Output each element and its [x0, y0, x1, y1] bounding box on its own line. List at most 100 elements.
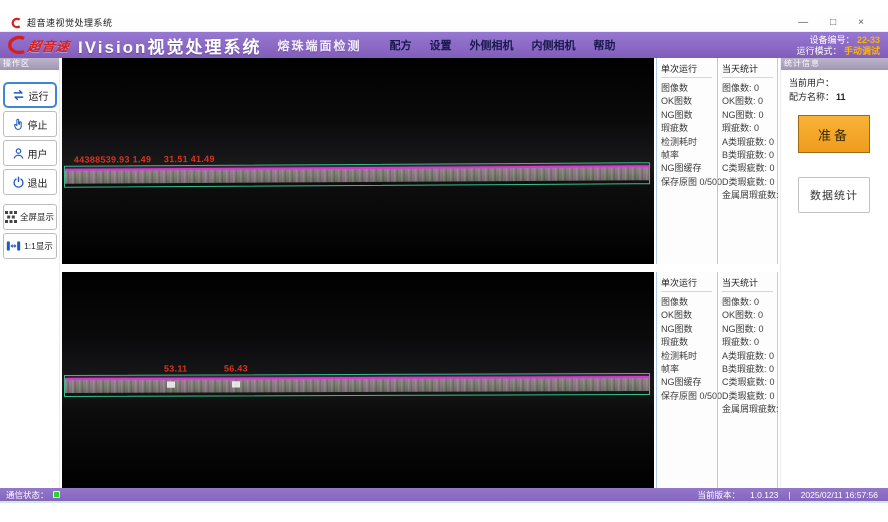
comm-status-label: 通信状态：	[6, 489, 49, 501]
stat-row: C类瑕疵数: 0	[722, 162, 778, 175]
stat-row: 检测耗时	[661, 350, 717, 363]
brand-logo: 超音速	[4, 35, 70, 55]
stat-row: 图像数: 0	[722, 296, 778, 309]
detection-overlay: 53.11 56.43	[64, 373, 650, 397]
device-info: 设备编号： 22-33 运行模式： 手动调试	[796, 34, 880, 57]
measurement-annotation: 53.11	[164, 364, 188, 374]
statistics-info-panel: 统计信息 当前用户： 配方名称：11 准备 数据统计	[780, 58, 888, 488]
status-separator: |	[788, 490, 790, 500]
device-number-label: 设备编号：	[809, 35, 854, 45]
one-to-one-icon	[6, 240, 21, 252]
stat-row: 帧率	[661, 149, 717, 162]
stat-row: 瑕疵数: 0	[722, 336, 778, 349]
stat-row: 金属屑瑕疵数: 0	[722, 189, 778, 202]
statistics-info-body: 当前用户： 配方名称：11	[781, 70, 888, 104]
fullscreen-button-label: 全屏显示	[20, 211, 54, 223]
operation-sidebar: 操作区 运行 停止 用户	[0, 58, 60, 488]
stat-row: 帧率	[661, 363, 717, 376]
app-logo-icon	[10, 17, 22, 29]
menu-item-help[interactable]: 帮助	[593, 37, 615, 53]
app-window: 超音速视觉处理系统 — □ × 超音速 IVision视觉处理系统 熔珠端面检测…	[0, 0, 888, 522]
stat-row: B类瑕疵数: 0	[722, 149, 778, 162]
stat-row: 瑕疵数: 0	[722, 122, 778, 135]
stat-row: NG图数: 0	[722, 109, 778, 122]
status-bar-accent-line	[0, 501, 888, 503]
stat-row: OK图数	[661, 95, 717, 108]
today-stats-header: 当天统计	[722, 62, 773, 78]
stats-panel-outer: 单次运行 图像数 OK图数 NG图数 瑕疵数 检测耗时 帧率 NG图缓存 保存原…	[656, 58, 778, 264]
stat-row: OK图数	[661, 309, 717, 322]
stat-row: NG图缓存	[661, 376, 717, 389]
fullscreen-button[interactable]: 全屏显示	[3, 204, 57, 230]
stat-row: 金属屑瑕疵数: 0	[722, 403, 778, 416]
stat-row: C类瑕疵数: 0	[722, 376, 778, 389]
defect-marker	[232, 381, 240, 387]
app-header: 超音速 IVision视觉处理系统 熔珠端面检测 配方 设置 外侧相机 内侧相机…	[0, 32, 888, 58]
version-label: 当前版本：	[698, 489, 741, 501]
stat-row: 检测耗时	[661, 136, 717, 149]
single-run-header: 单次运行	[661, 62, 712, 78]
menu-item-settings[interactable]: 设置	[429, 37, 451, 53]
stat-row: D类瑕疵数: 0	[722, 176, 778, 189]
inner-camera-image-view[interactable]: 53.11 56.43	[62, 272, 654, 488]
stat-row: D类瑕疵数: 0	[722, 390, 778, 403]
stat-row: 瑕疵数	[661, 122, 717, 135]
stop-hand-icon	[12, 118, 25, 131]
menu-item-outer-camera[interactable]: 外侧相机	[469, 37, 513, 53]
run-cycle-icon	[11, 89, 26, 101]
app-subtitle: 熔珠端面检测	[277, 37, 361, 54]
statistics-info-header: 统计信息	[781, 58, 888, 70]
exit-button-label: 退出	[28, 175, 48, 190]
stop-button[interactable]: 停止	[3, 111, 57, 137]
stat-row: 图像数: 0	[722, 82, 778, 95]
menu-bar: 配方 设置 外侧相机 内侧相机 帮助	[389, 37, 615, 53]
comm-status-indicator	[53, 491, 60, 498]
single-run-header: 单次运行	[661, 276, 712, 292]
window-controls: — □ ×	[798, 18, 878, 28]
device-number-value: 22-33	[857, 35, 880, 45]
measurement-annotation: 44388539.93 1.49	[74, 154, 151, 164]
brand-name: 超音速	[27, 36, 72, 55]
status-bar-right: 当前版本： 1.0.123 | 2025/02/11 16:57:56	[698, 489, 882, 501]
stat-row: NG图数: 0	[722, 323, 778, 336]
measurement-annotation: 56.43	[224, 363, 248, 373]
maximize-button[interactable]: □	[830, 18, 836, 28]
today-stats-header: 当天统计	[722, 276, 773, 292]
recipe-name-value: 11	[836, 92, 846, 102]
one-to-one-button-label: 1:1显示	[24, 240, 53, 252]
minimize-button[interactable]: —	[798, 18, 808, 28]
measurement-annotation: 31.51 41.49	[164, 154, 215, 164]
close-button[interactable]: ×	[858, 18, 864, 28]
one-to-one-button[interactable]: 1:1显示	[3, 233, 57, 259]
stat-row: NG图数	[661, 109, 717, 122]
stat-row: 图像数	[661, 82, 717, 95]
single-run-column: 单次运行 图像数 OK图数 NG图数 瑕疵数 检测耗时 帧率 NG图缓存 保存原…	[656, 272, 717, 488]
operation-area-header: 操作区	[0, 58, 59, 70]
stat-row: NG图缓存	[661, 162, 717, 175]
os-title-bar: 超音速视觉处理系统 — □ ×	[0, 14, 888, 32]
prepare-button[interactable]: 准备	[798, 115, 870, 153]
run-button[interactable]: 运行	[3, 82, 57, 108]
run-mode-label: 运行模式：	[796, 46, 841, 56]
brand-swoosh-icon	[4, 35, 28, 55]
menu-item-recipe[interactable]: 配方	[389, 37, 411, 53]
detection-overlay: 44388539.93 1.49 31.51 41.49	[64, 162, 650, 188]
stop-button-label: 停止	[28, 117, 48, 132]
stat-row: OK图数: 0	[722, 95, 778, 108]
defect-marker	[167, 382, 175, 388]
menu-item-inner-camera[interactable]: 内侧相机	[531, 37, 575, 53]
operation-buttons: 运行 停止 用户 退出	[0, 70, 59, 262]
stat-row: 保存原图 0/500	[661, 176, 717, 189]
fullscreen-grid-icon	[5, 211, 17, 223]
stat-row: A类瑕疵数: 0	[722, 136, 778, 149]
exit-button[interactable]: 退出	[3, 169, 57, 195]
version-value: 1.0.123	[750, 490, 778, 500]
data-statistics-button[interactable]: 数据统计	[798, 177, 870, 213]
outer-camera-image-view[interactable]: 44388539.93 1.49 31.51 41.49	[62, 58, 654, 264]
stat-row: 瑕疵数	[661, 336, 717, 349]
today-stats-column: 当天统计 图像数: 0 OK图数: 0 NG图数: 0 瑕疵数: 0 A类瑕疵数…	[717, 58, 778, 264]
user-button[interactable]: 用户	[3, 140, 57, 166]
app-title: IVision视觉处理系统	[78, 33, 261, 58]
user-button-label: 用户	[28, 146, 48, 161]
power-icon	[12, 176, 25, 189]
